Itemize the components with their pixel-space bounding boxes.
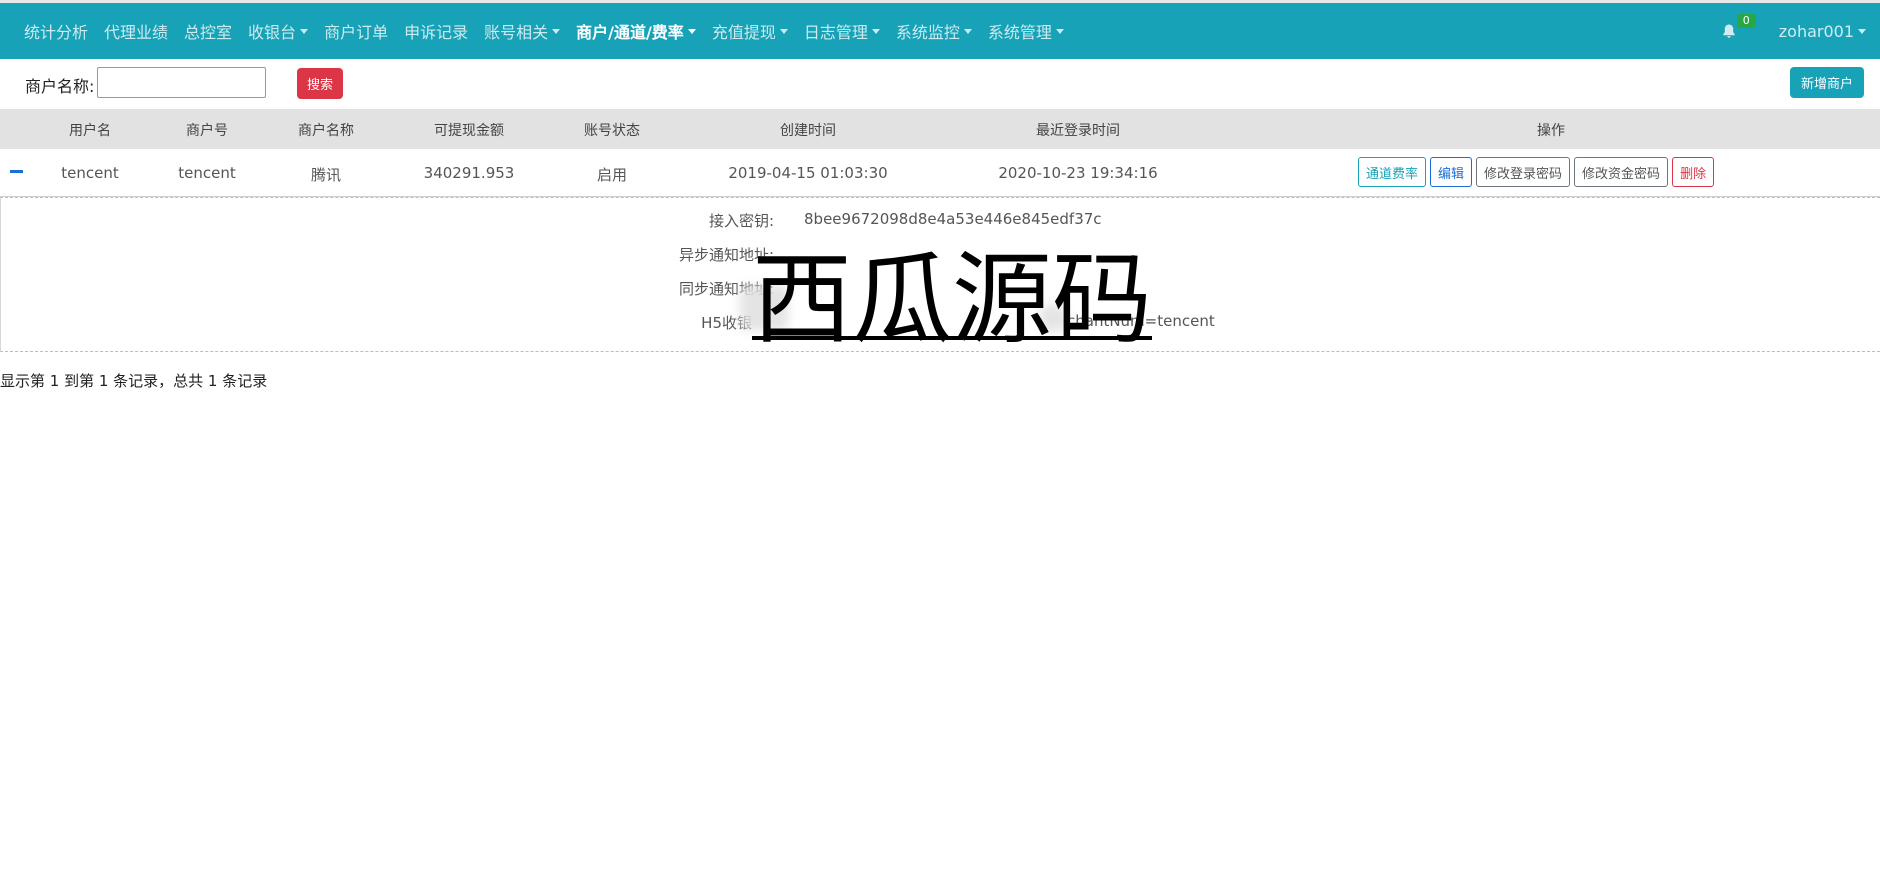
nav-item-stats[interactable]: 统计分析 (24, 19, 88, 43)
nav-item-label: 账号相关 (484, 23, 549, 42)
table-header: 用户名 商户号 商户名称 可提现金额 账号状态 创建时间 最近登录时间 操作 (0, 109, 1880, 149)
detail-value-access-key: 8bee9672098d8e4a53e446e845edf37c (804, 210, 1102, 228)
detail-label-access-key: 接入密钥: (708, 212, 774, 230)
nav-item-label: 收银台 (248, 23, 297, 42)
nav-item-label: 商户/通道/费率 (576, 23, 684, 42)
nav-right: 0 zohar001 (1721, 3, 1866, 59)
nav-item-label: 代理业绩 (104, 23, 169, 42)
top-navbar: 统计分析 代理业绩 总控室 收银台 商户订单 申诉记录 账号相关 商户/通道/费… (0, 0, 1880, 59)
watermark: 西瓜源码 (752, 241, 1152, 358)
caret-down-icon (552, 28, 561, 34)
cell-status: 启用 (596, 166, 628, 184)
caret-down-icon (871, 28, 880, 34)
nav-item-label: 申诉记录 (404, 23, 469, 42)
user-menu[interactable]: zohar001 (1779, 22, 1866, 41)
cell-merchant-name: 腾讯 (310, 166, 342, 184)
nav-menu: 统计分析 代理业绩 总控室 收银台 商户订单 申诉记录 账号相关 商户/通道/费… (24, 3, 1080, 59)
nav-item-merchant-channel-rate[interactable]: 商户/通道/费率 (576, 19, 696, 43)
nav-item-monitoring[interactable]: 系统监控 (896, 19, 972, 43)
nav-item-merchant-orders[interactable]: 商户订单 (324, 19, 388, 43)
nav-item-label: 日志管理 (803, 23, 868, 42)
cell-created: 2019-04-15 01:03:30 (728, 164, 888, 182)
column-header-username: 用户名 (69, 123, 111, 139)
edit-button[interactable]: 编辑 (1430, 157, 1473, 187)
search-button[interactable]: 搜索 (297, 68, 343, 99)
caret-down-icon (963, 28, 972, 34)
delete-button[interactable]: 删除 (1672, 157, 1715, 187)
caret-down-icon (1055, 28, 1064, 34)
row-actions: 通道费率 编辑 修改登录密码 修改资金密码 删除 (1358, 157, 1718, 187)
notification-badge: 0 (1736, 14, 1756, 28)
channel-rate-button[interactable]: 通道费率 (1358, 157, 1427, 187)
column-header-merchant-name: 商户名称 (298, 123, 354, 139)
nav-item-label: 商户订单 (324, 23, 389, 42)
column-header-balance: 可提现金额 (434, 123, 504, 139)
change-login-password-button[interactable]: 修改登录密码 (1476, 157, 1571, 187)
cell-merchant-no: tencent (178, 164, 236, 182)
column-header-status: 账号状态 (584, 123, 640, 139)
caret-down-icon (779, 28, 788, 34)
change-fund-password-button[interactable]: 修改资金密码 (1574, 157, 1669, 187)
column-header-last-login: 最近登录时间 (1036, 123, 1120, 139)
bell-icon[interactable]: 0 (1721, 14, 1756, 39)
column-header-created: 创建时间 (780, 123, 836, 139)
nav-item-cashier[interactable]: 收银台 (248, 19, 309, 43)
nav-item-agent-performance[interactable]: 代理业绩 (104, 19, 168, 43)
column-header-actions: 操作 (1537, 123, 1565, 139)
nav-item-recharge-withdraw[interactable]: 充值提现 (712, 19, 788, 43)
nav-item-label: 统计分析 (24, 23, 89, 42)
add-merchant-button[interactable]: 新增商户 (1790, 67, 1864, 98)
nav-item-label: 总控室 (184, 23, 233, 42)
bell-icon-shape (1723, 24, 1735, 38)
column-header-merchant-no: 商户号 (186, 123, 228, 139)
nav-item-control-room[interactable]: 总控室 (184, 19, 232, 43)
table-row: tencent tencent 腾讯 340291.953 启用 2019-04… (0, 149, 1880, 197)
pagination-info: 显示第 1 到第 1 条记录，总共 1 条记录 (0, 372, 268, 390)
nav-item-label: 充值提现 (711, 23, 776, 42)
caret-down-icon (687, 28, 696, 34)
nav-item-accounts[interactable]: 账号相关 (484, 19, 561, 43)
nav-item-appeals[interactable]: 申诉记录 (404, 19, 468, 43)
nav-item-label: 系统管理 (987, 23, 1052, 42)
cell-last-login: 2020-10-23 19:34:16 (998, 164, 1158, 182)
merchant-name-input[interactable] (97, 67, 266, 98)
cell-username: tencent (61, 164, 119, 182)
nav-item-label: 系统监控 (895, 23, 960, 42)
collapse-minus-icon[interactable] (10, 170, 23, 173)
cell-balance: 340291.953 (423, 164, 515, 182)
username: zohar001 (1778, 21, 1854, 41)
nav-item-system[interactable]: 系统管理 (988, 19, 1064, 43)
nav-item-logs[interactable]: 日志管理 (804, 19, 880, 43)
search-label: 商户名称: (25, 77, 95, 96)
caret-down-icon (300, 28, 309, 34)
caret-down-icon (1858, 28, 1866, 34)
